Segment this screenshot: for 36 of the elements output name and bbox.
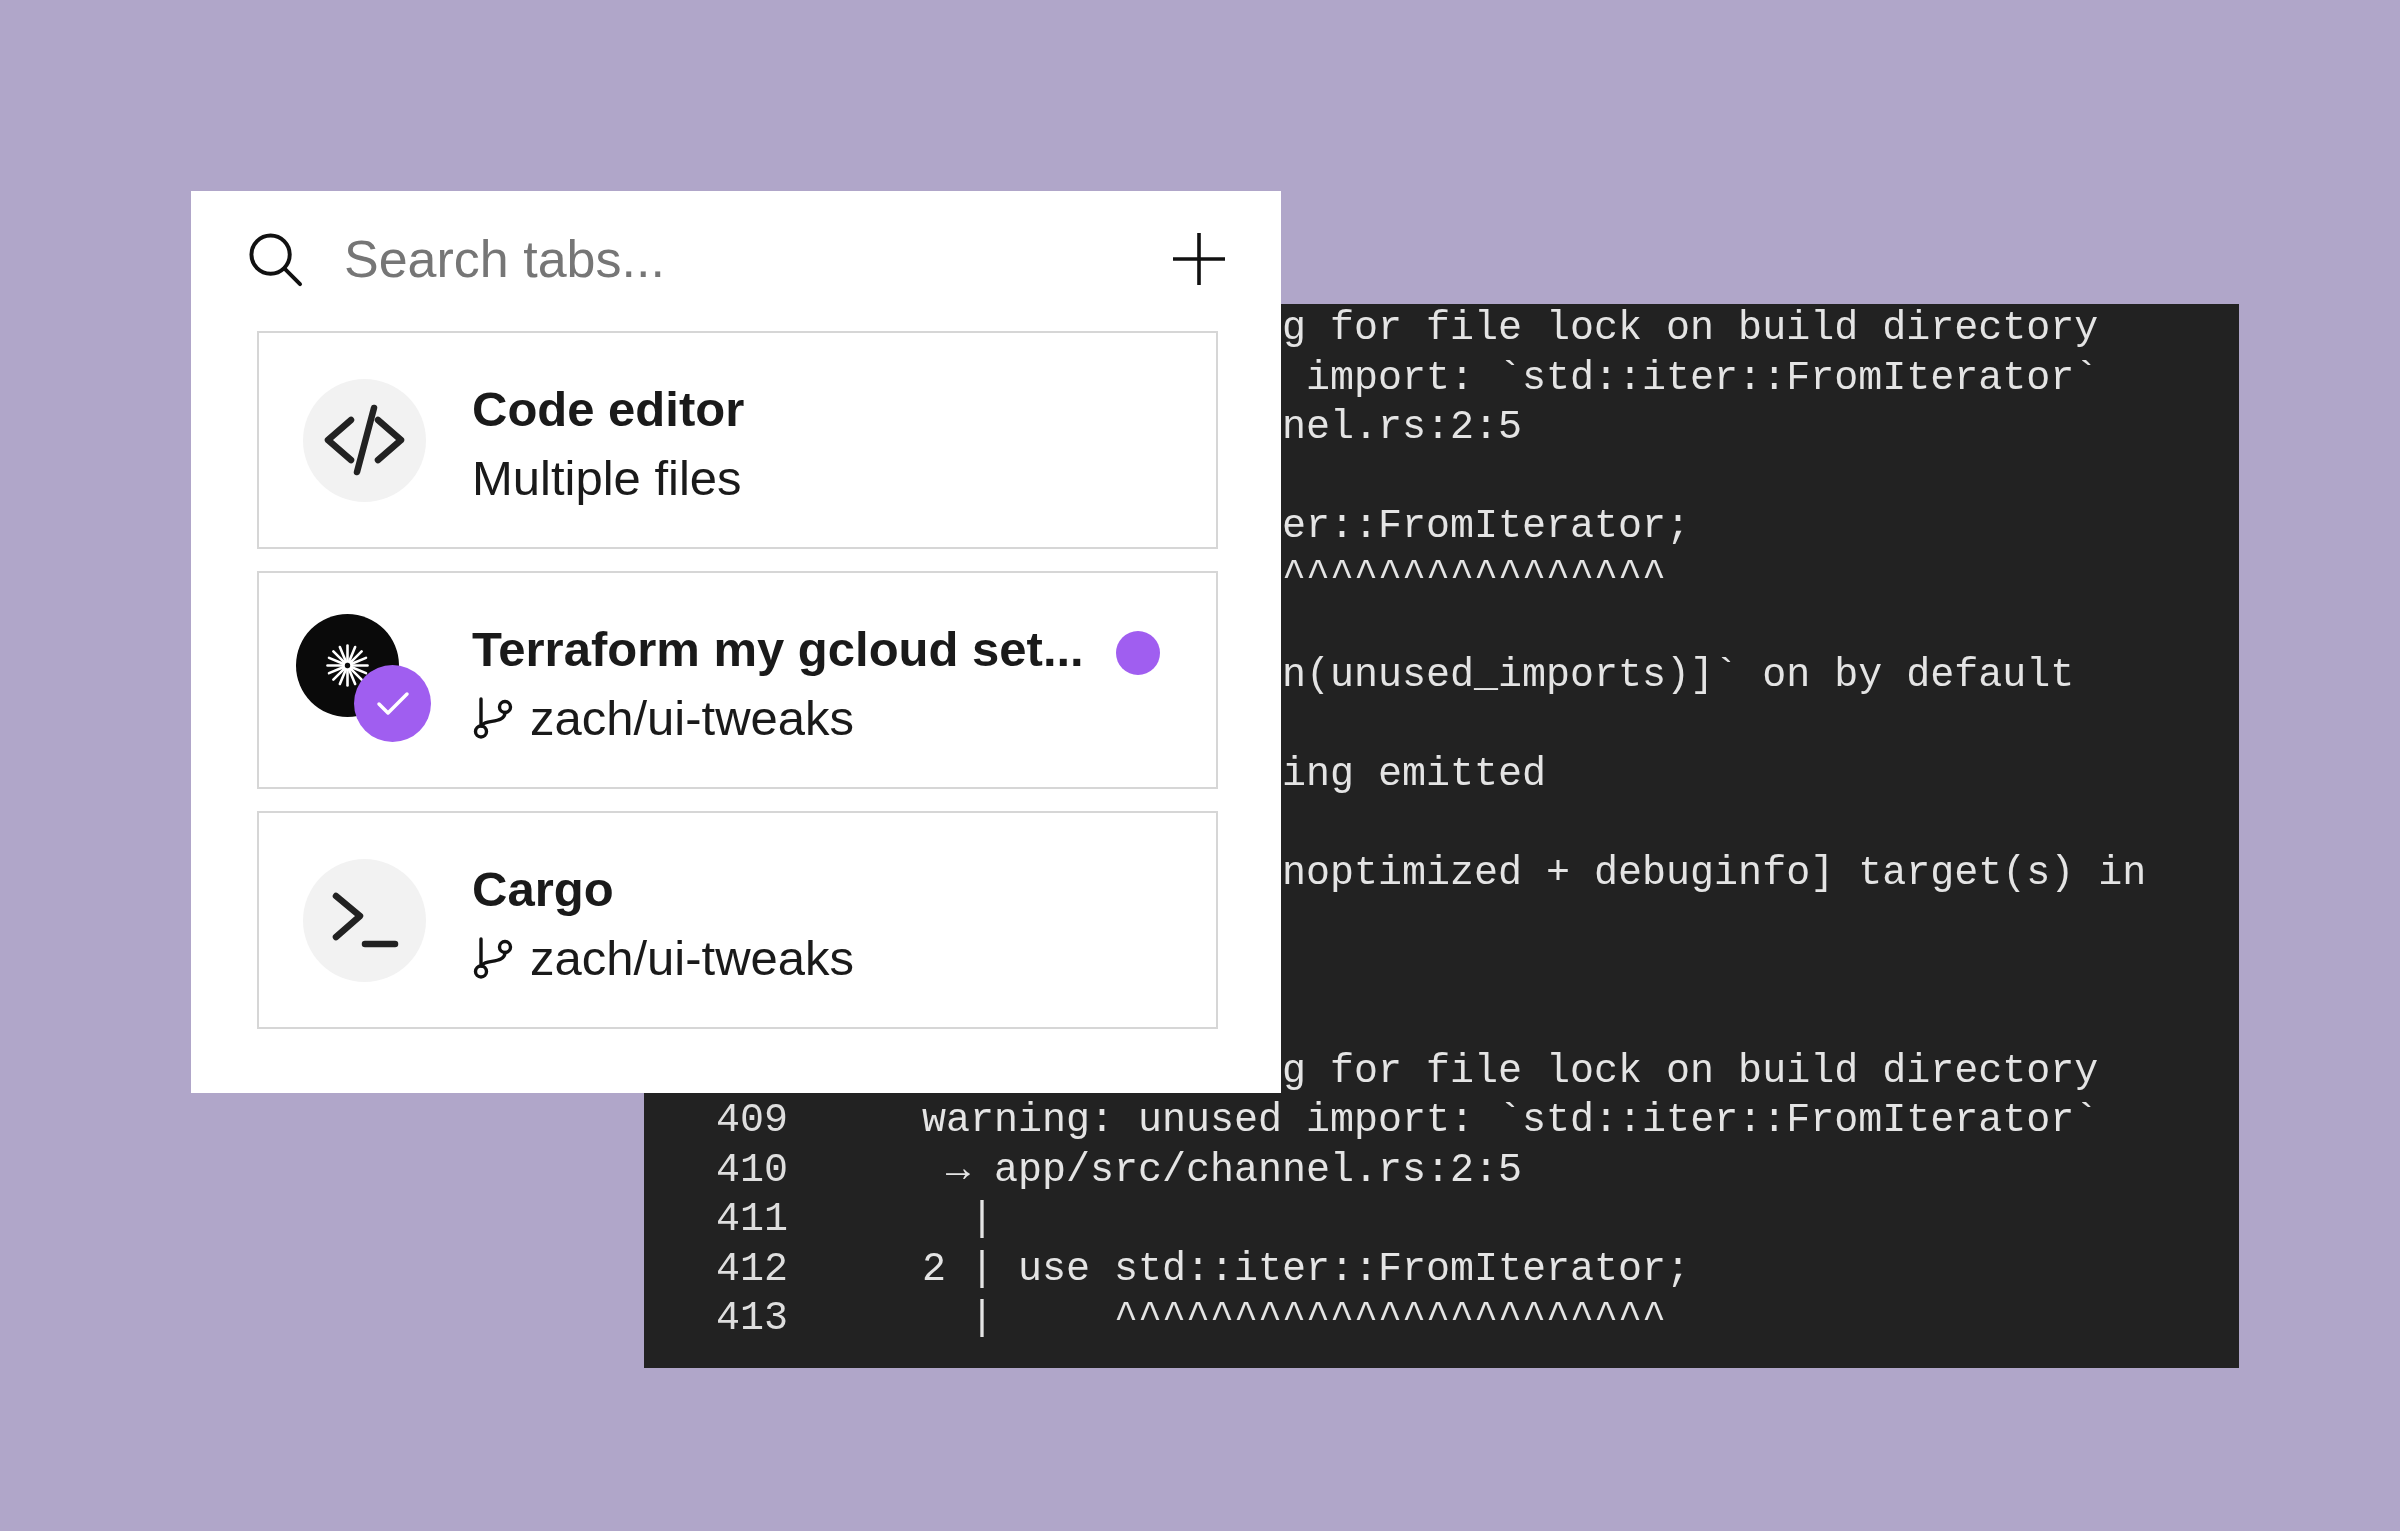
terminal-line: g for file lock on build directory bbox=[1282, 305, 2099, 353]
branch-icon bbox=[472, 696, 514, 739]
branch-icon bbox=[472, 936, 514, 979]
line-number: 411 bbox=[715, 1196, 789, 1244]
new-tab-button[interactable] bbox=[1173, 233, 1225, 285]
terminal-line: import: `std::iter::FromIterator` bbox=[1305, 354, 2099, 403]
search-field[interactable]: Search tabs... bbox=[344, 229, 1132, 289]
terminal-line: → app/src/channel.rs:2:5 bbox=[945, 1146, 1523, 1195]
tab-title: Cargo bbox=[472, 860, 614, 917]
line-number: 412 bbox=[715, 1245, 789, 1294]
tab-item[interactable]: Terraform my gcloud set... zach/ui-tweaks bbox=[257, 571, 1218, 789]
terminal-line: n(unused_imports)]` on by default bbox=[1282, 651, 2075, 700]
terminal-line: ^^^^^^^^^^^^^^^^ bbox=[1282, 552, 1667, 601]
terminal-line: nel.rs:2:5 bbox=[1282, 404, 1523, 452]
line-number: 410 bbox=[715, 1146, 789, 1195]
tab-item[interactable]: Cargo zach/ui-tweaks bbox=[257, 811, 1218, 1029]
tab-subtitle: Multiple files bbox=[472, 449, 742, 506]
line-number: 409 bbox=[715, 1097, 789, 1145]
terminal-line: | ^^^^^^^^^^^^^^^^^^^^^^^ bbox=[969, 1295, 1667, 1343]
terminal-icon bbox=[303, 858, 426, 982]
tab-title: Terraform my gcloud set... bbox=[472, 620, 1084, 677]
code-icon bbox=[303, 378, 426, 502]
tab-title: Code editor bbox=[472, 380, 745, 437]
terminal-line: noptimized + debuginfo] target(s) in bbox=[1282, 849, 2147, 898]
terminal-line: warning: unused import: `std::iter::FromIterator` bbox=[922, 1097, 2099, 1145]
branch-name: zach/ui-tweaks bbox=[530, 689, 855, 746]
plus-icon bbox=[1173, 233, 1225, 285]
terminal-line: ing emitted bbox=[1282, 750, 1547, 799]
branch-name: zach/ui-tweaks bbox=[530, 929, 855, 986]
tab-item[interactable]: Code editor Multiple files bbox=[257, 331, 1218, 549]
terminal-line: | bbox=[969, 1196, 994, 1244]
terminal-line: er::FromIterator; bbox=[1282, 503, 1691, 551]
terminal-line: 2 | use std::iter::FromIterator; bbox=[922, 1245, 1691, 1294]
search-icon bbox=[248, 231, 303, 287]
terminal-line: g for file lock on build directory bbox=[1282, 1047, 2099, 1096]
line-number: 413 bbox=[715, 1295, 789, 1343]
